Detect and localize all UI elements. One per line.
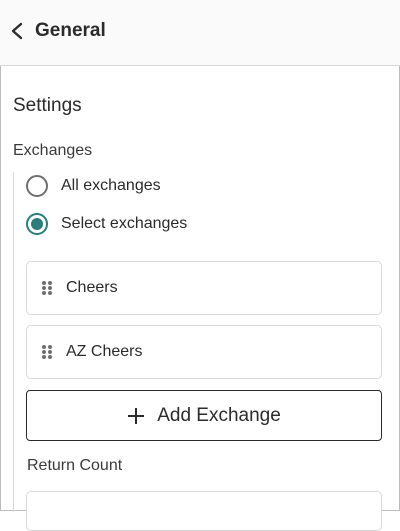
settings-title: Settings xyxy=(13,95,82,116)
header-bar: General xyxy=(0,0,400,66)
group-divider xyxy=(13,172,14,512)
drag-handle-icon[interactable] xyxy=(41,344,53,360)
radio-select-exchanges-label: Select exchanges xyxy=(61,215,188,232)
plus-icon xyxy=(128,407,145,424)
add-exchange-label: Add Exchange xyxy=(157,404,281,426)
return-count-input[interactable] xyxy=(26,491,382,531)
return-count-label: Return Count xyxy=(27,457,123,474)
exchange-item-cheers[interactable]: Cheers xyxy=(26,261,382,315)
drag-handle-icon[interactable] xyxy=(41,280,53,296)
radio-select-exchanges-circle[interactable] xyxy=(26,213,48,235)
exchanges-label: Exchanges xyxy=(13,142,93,159)
exchange-item-az-cheers[interactable]: AZ Cheers xyxy=(26,325,382,379)
back-button[interactable]: General xyxy=(10,18,110,44)
add-exchange-button[interactable]: Add Exchange xyxy=(26,390,382,441)
radio-all-exchanges-circle[interactable] xyxy=(26,175,48,197)
radio-all-exchanges[interactable]: All exchanges xyxy=(26,173,161,199)
chevron-left-icon xyxy=(11,22,23,40)
radio-all-exchanges-label: All exchanges xyxy=(61,177,161,194)
exchange-name: AZ Cheers xyxy=(66,343,143,360)
radio-select-exchanges[interactable]: Select exchanges xyxy=(26,211,187,237)
header-title: General xyxy=(35,20,106,41)
exchange-name: Cheers xyxy=(66,279,118,296)
